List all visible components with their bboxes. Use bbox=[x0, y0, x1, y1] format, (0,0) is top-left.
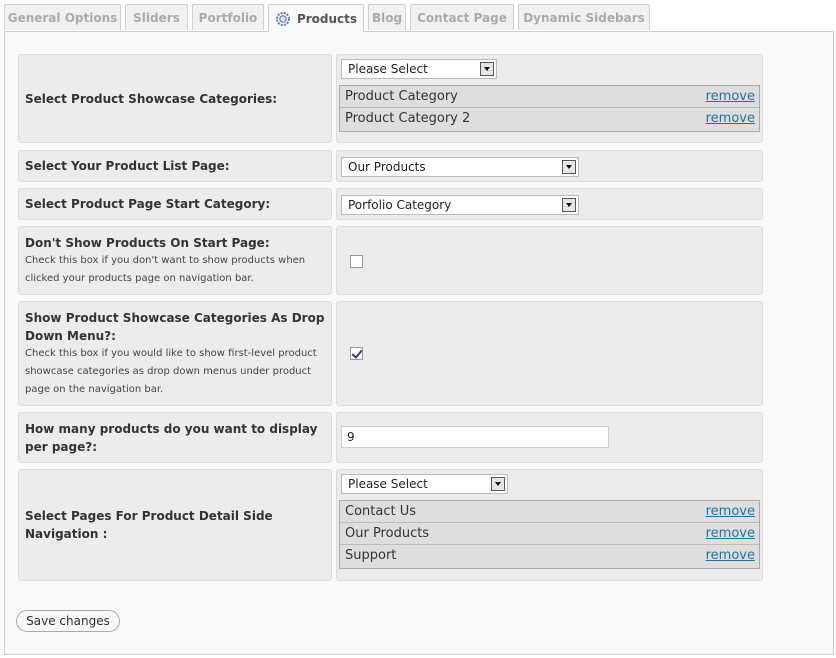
select-value: Our Products bbox=[348, 160, 426, 174]
option-value-cell: 9 bbox=[336, 412, 763, 463]
option-row-products-per-page: How many products do you want to display… bbox=[18, 412, 763, 463]
select-value: Please Select bbox=[348, 477, 428, 491]
option-description: clicked your products page on navigation… bbox=[25, 272, 254, 284]
option-label: per page?: bbox=[25, 439, 97, 454]
list-item: Product Category remove bbox=[340, 86, 759, 108]
option-label-cell: Select Product Page Start Category: bbox=[18, 188, 332, 220]
tab-label: Products bbox=[296, 11, 358, 26]
option-label-cell: How many products do you want to display… bbox=[18, 412, 332, 463]
dropdown-menu-checkbox[interactable] bbox=[350, 347, 363, 360]
option-label-cell: Select Product Showcase Categories: bbox=[18, 54, 332, 143]
tab-label: Portfolio bbox=[198, 10, 258, 25]
input-value: 9 bbox=[347, 430, 355, 444]
list-item-label: Support bbox=[345, 548, 397, 563]
option-label-cell: Show Product Showcase Categories As Drop… bbox=[18, 301, 332, 406]
gear-icon bbox=[275, 11, 290, 26]
option-description: showcase categories as drop down menus u… bbox=[25, 365, 312, 377]
option-description: Check this box if you would like to show… bbox=[25, 347, 317, 359]
tab-general-options[interactable]: General Options bbox=[4, 4, 121, 30]
list-item: Support remove bbox=[340, 545, 759, 568]
chevron-down-icon bbox=[562, 198, 576, 212]
chevron-down-icon bbox=[562, 160, 576, 174]
tab-label: Dynamic Sidebars bbox=[523, 10, 645, 25]
start-category-select[interactable]: Porfolio Category bbox=[341, 195, 579, 215]
option-label-cell: Select Pages For Product Detail Side Nav… bbox=[18, 469, 332, 581]
list-item-label: Contact Us bbox=[345, 504, 416, 519]
option-label-cell: Select Your Product List Page: bbox=[18, 150, 332, 182]
list-item-label: Product Category 2 bbox=[345, 111, 471, 126]
option-row-product-list-page: Select Your Product List Page: Our Produ… bbox=[18, 150, 763, 182]
select-value: Porfolio Category bbox=[348, 198, 452, 212]
chevron-down-icon bbox=[480, 62, 494, 76]
side-navigation-select[interactable]: Please Select bbox=[341, 474, 508, 494]
tab-portfolio[interactable]: Portfolio bbox=[192, 4, 264, 30]
remove-link[interactable]: remove bbox=[706, 501, 755, 522]
option-row-dont-show-products: Don't Show Products On Start Page: Check… bbox=[18, 226, 763, 295]
list-item-label: Product Category bbox=[345, 89, 458, 104]
remove-link[interactable]: remove bbox=[706, 108, 755, 129]
products-per-page-input[interactable]: 9 bbox=[341, 426, 609, 448]
option-label: Select Product Page Start Category: bbox=[25, 197, 271, 211]
option-label: Select Product Showcase Categories: bbox=[25, 91, 278, 106]
remove-link[interactable]: remove bbox=[706, 545, 755, 566]
option-row-start-category: Select Product Page Start Category: Porf… bbox=[18, 188, 763, 220]
chevron-down-icon bbox=[491, 477, 505, 491]
tab-dynamic-sidebars[interactable]: Dynamic Sidebars bbox=[518, 4, 650, 30]
option-description: Check this box if you don't want to show… bbox=[25, 254, 306, 266]
tab-label: Blog bbox=[371, 10, 403, 25]
option-label: How many products do you want to display bbox=[25, 421, 318, 436]
option-label: Navigation : bbox=[25, 527, 108, 541]
list-item: Contact Us remove bbox=[340, 501, 759, 523]
option-value-cell: Please Select Contact Us remove Our Prod… bbox=[336, 469, 763, 581]
showcase-category-select[interactable]: Please Select bbox=[341, 59, 497, 79]
side-navigation-list: Contact Us remove Our Products remove Su… bbox=[339, 500, 760, 569]
option-row-dropdown-menu: Show Product Showcase Categories As Drop… bbox=[18, 301, 763, 406]
option-value-cell: Our Products bbox=[336, 150, 763, 182]
tab-products[interactable]: Products bbox=[268, 4, 364, 32]
tab-label: Sliders bbox=[133, 10, 180, 25]
option-label: Down Menu?: bbox=[25, 328, 116, 343]
tab-label: Contact Page bbox=[417, 10, 507, 25]
option-row-side-navigation: Select Pages For Product Detail Side Nav… bbox=[18, 469, 763, 581]
option-value-cell bbox=[336, 226, 763, 295]
select-value: Please Select bbox=[348, 62, 428, 76]
remove-link[interactable]: remove bbox=[706, 86, 755, 107]
option-label: Select Pages For Product Detail Side bbox=[25, 509, 273, 523]
option-value-cell: Porfolio Category bbox=[336, 188, 763, 220]
save-changes-button[interactable]: Save changes bbox=[16, 610, 120, 632]
option-value-cell bbox=[336, 301, 763, 406]
dont-show-products-checkbox[interactable] bbox=[350, 255, 363, 268]
tab-contact-page[interactable]: Contact Page bbox=[410, 4, 514, 30]
tab-blog[interactable]: Blog bbox=[368, 4, 406, 30]
option-label: Show Product Showcase Categories As Drop bbox=[25, 310, 325, 325]
option-label: Select Your Product List Page: bbox=[25, 159, 230, 173]
tab-sliders[interactable]: Sliders bbox=[125, 4, 188, 30]
option-description: page on the navigation bar. bbox=[25, 383, 164, 395]
option-label: Don't Show Products On Start Page: bbox=[25, 235, 270, 250]
options-panel: Select Product Showcase Categories: Plea… bbox=[4, 31, 834, 655]
option-label-cell: Don't Show Products On Start Page: Check… bbox=[18, 226, 332, 295]
option-row-showcase-categories: Select Product Showcase Categories: Plea… bbox=[18, 54, 763, 143]
product-list-page-select[interactable]: Our Products bbox=[341, 157, 579, 177]
tab-label: General Options bbox=[7, 10, 118, 25]
remove-link[interactable]: remove bbox=[706, 523, 755, 544]
showcase-category-list: Product Category remove Product Category… bbox=[339, 85, 760, 132]
list-item: Our Products remove bbox=[340, 523, 759, 545]
list-item-label: Our Products bbox=[345, 526, 430, 541]
option-value-cell: Please Select Product Category remove Pr… bbox=[336, 54, 763, 143]
list-item: Product Category 2 remove bbox=[340, 108, 759, 131]
